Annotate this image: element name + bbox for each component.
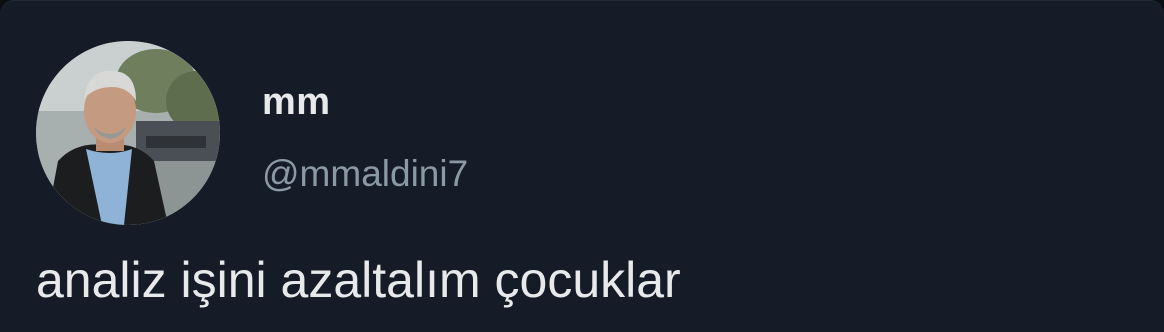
- tweet-card: mm @mmaldini7 analiz işini azaltalım çoc…: [0, 0, 1164, 332]
- avatar[interactable]: [36, 41, 220, 225]
- user-handle[interactable]: @mmaldini7: [262, 153, 468, 195]
- profile-photo-icon: [36, 41, 220, 225]
- display-name[interactable]: mm: [262, 81, 331, 124]
- tweet-text: analiz işini azaltalım çocuklar: [36, 252, 681, 308]
